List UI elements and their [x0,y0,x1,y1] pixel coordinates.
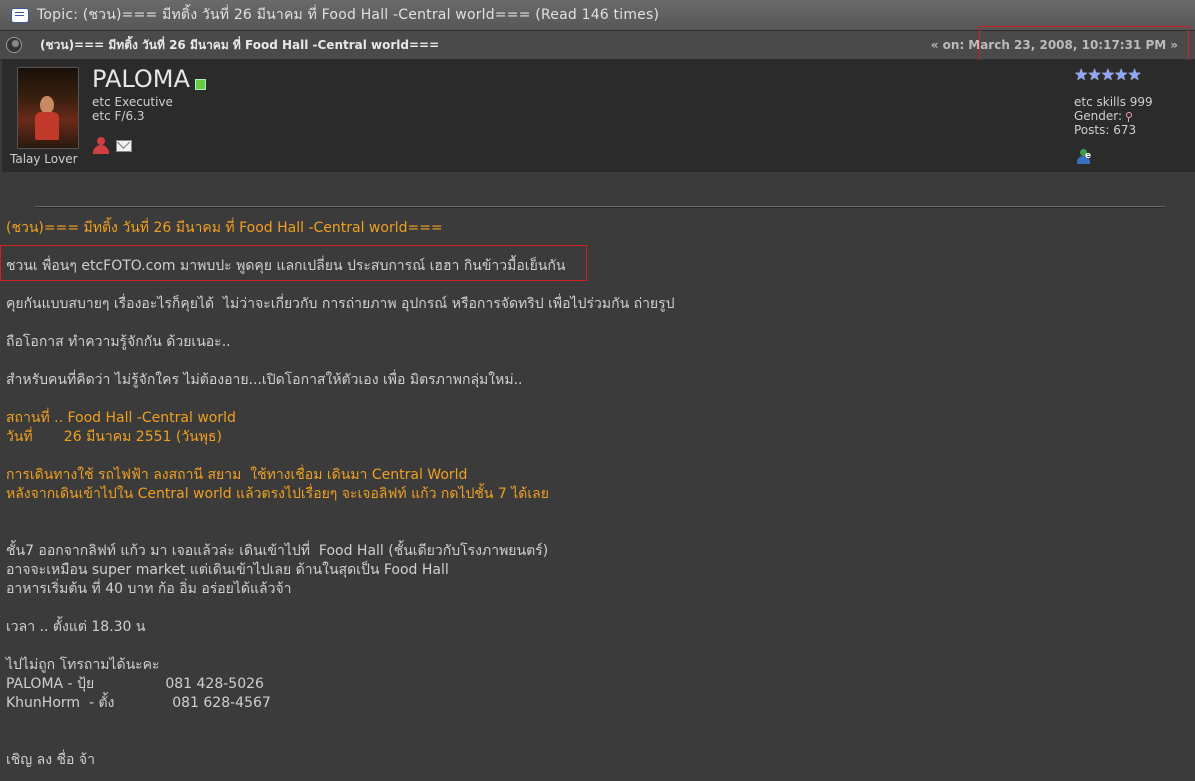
gender-label: Gender: [1074,109,1123,123]
body-travel-2: หลังจากเดินเข้าไปใน Central world แล้วตร… [6,486,549,502]
body-signup: เชิญ ลง ชื่อ จ้า [6,752,95,768]
msn-icon[interactable]: e [1076,149,1092,165]
body-time: เวลา .. ตั้งแต่ 18.30 น [6,619,146,635]
body-date: วันที่ 26 มีนาคม 2551 (วันพุธ) [6,429,222,445]
star-icon: ★★★★★ [1074,65,1142,84]
email-icon[interactable] [116,140,132,152]
gender-female-icon [1125,111,1133,122]
posts-stat: Posts: 673 [1074,123,1137,137]
date-highlight-box [979,26,1189,63]
body-chance: ถือโอกาส ทำความรู้จักกัน ด้วยเนอะ.. [6,334,231,350]
body-invite: ชวนเ พื่อนๆ etcFOTO.com มาพบปะ พูดคุย แล… [6,258,566,274]
skills-stat: etc skills 999 [1074,95,1153,109]
body-newcomers: สำหรับคนที่คิดว่า ไม่รู้จักใคร ไม่ต้องอา… [6,372,523,388]
member-group: etc Executive [92,95,173,109]
camera-info: etc F/6.3 [92,109,145,123]
poster-info: Talay Lover PALOMA etc Executive etc F/6… [2,60,1195,172]
post-subject-link[interactable]: (ชวน)=== มีทติ้ง วันที่ 26 มีนาคม ที่ Fo… [40,36,439,55]
body-floor-3: อาหารเริ่มต้น ที่ 40 บาท ก้อ อิ่ม อร่อยไ… [6,581,292,597]
personal-text: Talay Lover [10,152,78,166]
gender-stat: Gender: [1074,109,1133,123]
topic-icon [11,7,29,23]
divider [35,206,1165,208]
body-contact-2: KhunHorm - ตั้ง 081 628-4567 [6,695,271,711]
body-chat: คุยกันแบบสบายๆ เรื่องอะไรก็คุยได้ ไม่ว่า… [6,296,675,312]
post-on-label: « on: [930,38,965,52]
profile-icon[interactable] [92,137,110,155]
poster-name[interactable]: PALOMA [92,65,190,93]
online-icon [195,79,206,90]
avatar[interactable] [17,67,79,149]
body-title: (ชวน)=== มีทติ้ง วันที่ 26 มีนาคม ที่ Fo… [6,220,443,236]
topic-title: Topic: (ชวน)=== มีทติ้ง วันที่ 26 มีนาคม… [37,7,660,23]
post-body: (ชวน)=== มีทติ้ง วันที่ 26 มีนาคม ที่ Fo… [0,172,1195,781]
post-icon [6,37,22,53]
